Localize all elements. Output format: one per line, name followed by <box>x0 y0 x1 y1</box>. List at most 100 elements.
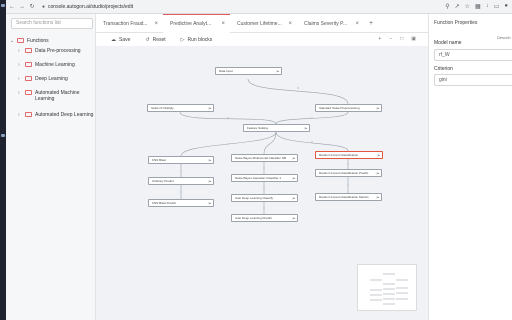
workflow-node[interactable]: Standard Scale Preprocessing ⋮▸ <box>315 104 382 112</box>
save-button[interactable]: ☁ Save <box>111 37 130 43</box>
close-icon[interactable]: × <box>154 21 158 27</box>
search-functions-input[interactable]: Search functions list <box>11 18 93 29</box>
download-icon[interactable]: ↓ <box>486 3 489 10</box>
close-icon[interactable]: × <box>288 21 292 27</box>
chevron-right-icon[interactable]: › <box>18 48 25 54</box>
node-controls-icon[interactable]: ⋮▸ <box>302 125 307 131</box>
os-icon[interactable] <box>1 4 5 7</box>
node-controls-icon[interactable]: ⋮▸ <box>290 195 295 201</box>
edge-midpoint <box>263 207 265 209</box>
back-icon[interactable]: ← <box>8 3 16 11</box>
tree-item-label: Deep Learning <box>35 76 68 82</box>
chevron-right-icon[interactable]: › <box>18 76 25 82</box>
node-label: Feature Scaling <box>247 126 269 130</box>
lock-canvas-icon[interactable]: ▣ <box>411 36 416 42</box>
profile-icon[interactable]: ● <box>504 3 508 10</box>
share-icon[interactable]: ↗ <box>455 3 460 10</box>
tree-item-label: Automated Deep Learning <box>35 112 94 118</box>
edge-midpoint <box>180 170 182 172</box>
node-controls-icon[interactable]: ⋮▸ <box>374 105 379 111</box>
node-controls-icon[interactable]: ⋮▸ <box>375 152 380 158</box>
chevron-right-icon[interactable]: › <box>18 112 25 118</box>
node-controls-icon[interactable]: ⋮▸ <box>374 194 379 200</box>
node-controls-icon[interactable]: ⋮▸ <box>206 200 211 206</box>
tab-label: Customer Lifetime... <box>237 20 282 27</box>
tab-transaction-fraud[interactable]: Transaction Fraud... × <box>96 14 163 33</box>
folder-icon <box>25 76 32 81</box>
node-controls-icon[interactable]: ⋮▸ <box>206 105 211 111</box>
criterion-input[interactable]: gini <box>434 74 512 86</box>
fit-view-icon[interactable]: □ <box>400 36 403 42</box>
tab-claims-severity[interactable]: Claims Severity P... × <box>297 14 364 33</box>
os-icon[interactable] <box>1 134 5 137</box>
workflow-node[interactable]: Auto Deep Learning Predict ⋮▸ <box>231 214 298 222</box>
panel-title: Function Properties <box>434 20 478 26</box>
node-controls-icon[interactable]: ⋮▸ <box>374 170 379 176</box>
close-icon[interactable]: × <box>221 21 225 27</box>
edge-midpoint <box>311 117 313 119</box>
run-blocks-button[interactable]: ▷ Run blocks <box>181 37 213 43</box>
node-label: Naive Bayes Multinomial Classifier NB <box>235 156 287 160</box>
workflow-node[interactable]: KNN Blast Predict ⋮▸ <box>148 199 214 207</box>
zoom-out-icon[interactable]: − <box>389 36 392 42</box>
sidepanel-icon[interactable]: ▭ <box>494 3 500 10</box>
workflow-node[interactable]: Data Input ⋮▸ <box>215 67 282 75</box>
reload-icon[interactable]: ↻ <box>28 3 36 11</box>
chevron-right-icon[interactable]: › <box>18 62 25 68</box>
node-controls-icon[interactable]: ⋮▸ <box>206 178 211 184</box>
tree-item-machine-learning[interactable]: › Machine Learning <box>10 62 94 76</box>
tree-item-automated-ml[interactable]: › Automated Machine Learning <box>10 90 94 112</box>
edge-midpoint <box>347 184 349 186</box>
bookmark-icon[interactable]: ☆ <box>465 3 470 10</box>
node-label: Auto Deep Learning Classify <box>235 196 274 200</box>
model-name-input[interactable]: rf_W <box>434 49 512 61</box>
folder-icon <box>25 112 32 117</box>
workflow-node[interactable]: Scale Or Multiply ⋮▸ <box>147 104 214 112</box>
extension-icon[interactable]: ▦ <box>475 3 481 10</box>
node-label: Random Forest Classification Metrics <box>319 195 369 199</box>
save-label: Save <box>119 36 131 43</box>
workflow-node[interactable]: Ordinary Predict ⋮▸ <box>148 177 214 185</box>
key-icon[interactable]: ⚲ <box>445 3 449 10</box>
tree-root-label: Functions <box>27 38 49 44</box>
tree-root-functions[interactable]: ⌄ Functions <box>10 38 94 48</box>
tab-predictive-analytics[interactable]: Predictive Analyt... × <box>163 14 230 33</box>
node-controls-icon[interactable]: ⋮▸ <box>290 155 295 161</box>
play-icon: ▷ <box>180 36 185 43</box>
zoom-in-icon[interactable]: + <box>378 36 381 42</box>
describe-link[interactable]: Describ <box>497 35 511 40</box>
forward-icon[interactable]: → <box>18 3 26 11</box>
reset-button[interactable]: ↺ Reset <box>145 37 165 43</box>
workflow-canvas[interactable]: Data Input ⋮▸ Scale Or Multiply ⋮▸ Standar… <box>96 46 428 320</box>
tree-item-deep-learning[interactable]: › Deep Learning <box>10 76 94 90</box>
node-controls-icon[interactable]: ⋮▸ <box>290 175 295 181</box>
address-bar[interactable]: ● console.autogon.ai/studio/projects/edit <box>42 4 133 10</box>
chevron-right-icon[interactable]: › <box>18 90 25 96</box>
functions-sidebar: Search functions list ⌄ Functions › Data… <box>6 14 96 320</box>
undo-icon: ↺ <box>145 36 150 43</box>
node-controls-icon[interactable]: ⋮▸ <box>274 68 279 74</box>
workflow-node[interactable]: Random Forest Classification Metrics ⋮▸ <box>315 193 382 201</box>
tree-item-automated-dl[interactable]: › Automated Deep Learning <box>10 112 94 126</box>
canvas-minimap[interactable] <box>357 264 417 311</box>
workflow-node[interactable]: Random Forest Classification Predict ⋮▸ <box>315 169 382 177</box>
node-label: Auto Deep Learning Predict <box>235 216 272 220</box>
workflow-node[interactable]: Naive Bayes Gaussian Classifier 1 ⋮▸ <box>231 174 298 182</box>
workflow-node-selected[interactable]: Random Forest Classification ⋮▸ <box>315 151 383 159</box>
cloud-icon: ☁ <box>111 36 116 43</box>
node-label: Standard Scale Preprocessing <box>319 106 360 110</box>
workflow-node[interactable]: Naive Bayes Multinomial Classifier NB ⋮▸ <box>231 154 298 162</box>
workflow-node[interactable]: Auto Deep Learning Classify ⋮▸ <box>231 194 298 202</box>
workflow-node[interactable]: KNN Blast ⋮▸ <box>148 156 214 164</box>
workflow-node[interactable]: Feature Scaling ⋮▸ <box>243 124 310 132</box>
tab-label: Claims Severity P... <box>304 20 347 27</box>
close-icon[interactable]: × <box>355 21 359 27</box>
node-controls-icon[interactable]: ⋮▸ <box>206 157 211 163</box>
node-controls-icon[interactable]: ⋮▸ <box>290 215 295 221</box>
tree-item-data-preprocessing[interactable]: › Data Pre-processing <box>10 48 94 62</box>
tab-customer-lifetime[interactable]: Customer Lifetime... × <box>230 14 297 33</box>
add-tab-button[interactable]: + <box>364 14 378 33</box>
folder-icon <box>25 48 32 53</box>
chevron-down-icon[interactable]: ⌄ <box>10 38 17 44</box>
edge-midpoint <box>180 191 182 193</box>
